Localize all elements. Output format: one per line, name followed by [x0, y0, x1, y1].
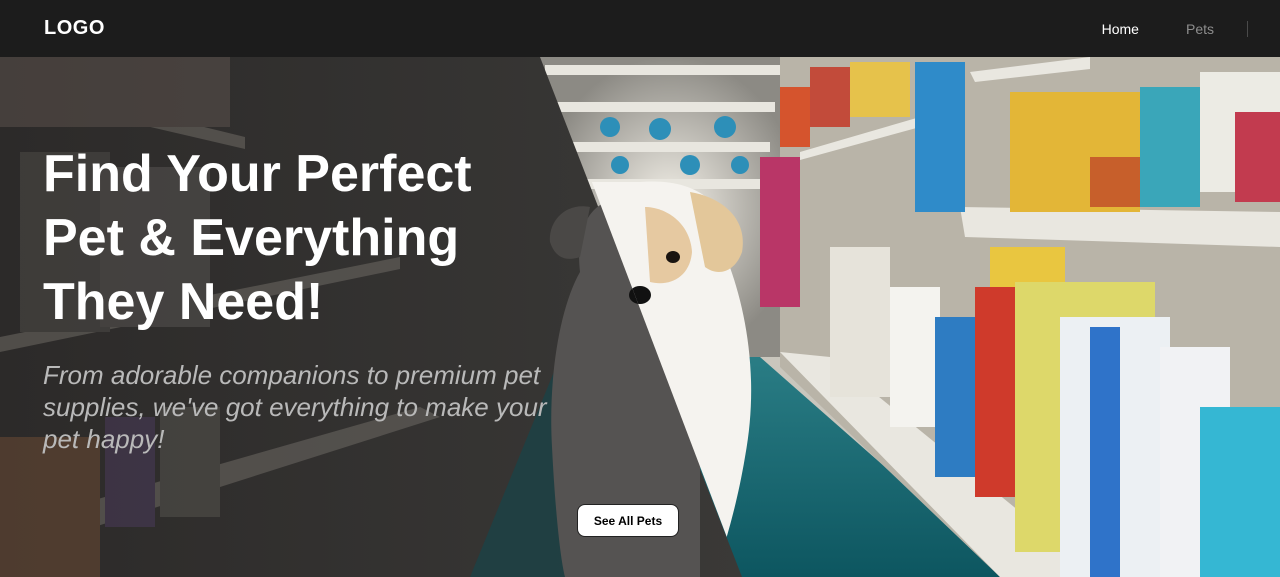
logo[interactable]: LOGO — [44, 17, 105, 40]
see-all-pets-button[interactable]: See All Pets — [577, 504, 679, 537]
hero-headline: Find Your Perfect Pet & Everything They … — [43, 145, 472, 331]
nav-divider — [1247, 20, 1248, 37]
nav-link-pets[interactable]: Pets — [1186, 21, 1214, 37]
hero-section: Find Your Perfect Pet & Everything They … — [0, 57, 1280, 577]
hero-subtext: From adorable companions to premium pet … — [43, 360, 547, 454]
nav-link-home[interactable]: Home — [1102, 21, 1139, 37]
nav-links: Home Pets — [1055, 0, 1248, 57]
top-navbar: LOGO Home Pets — [0, 0, 1280, 57]
